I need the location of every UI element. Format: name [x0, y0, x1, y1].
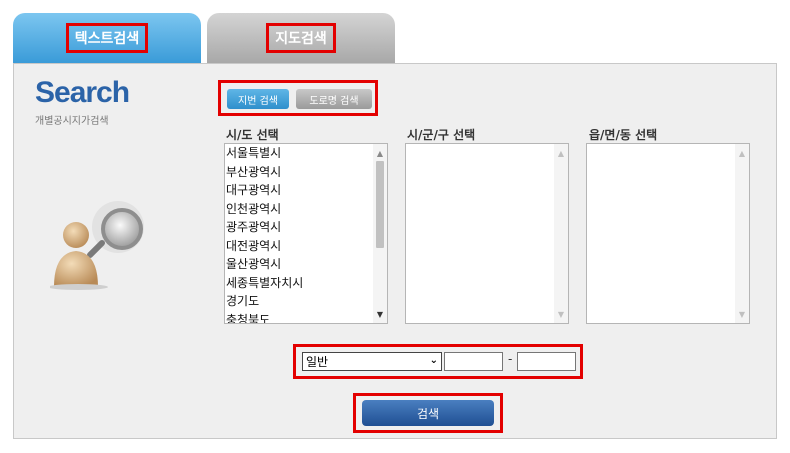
list-item[interactable]: 대전광역시	[225, 237, 373, 256]
person-magnifier-icon	[50, 201, 144, 290]
city-label: 시/군/구 선택	[407, 128, 476, 142]
list-item[interactable]: 경기도	[225, 292, 373, 311]
tab-text-search-wrap: 텍스트검색	[13, 13, 201, 63]
list-item[interactable]: 대구광역시	[225, 181, 373, 200]
search-type-group: 지번 검색 도로명 검색	[218, 80, 378, 116]
road-name-search-button[interactable]: 도로명 검색	[296, 89, 372, 109]
land-type-select[interactable]: 일반 ⌄	[302, 352, 442, 371]
list-item[interactable]: 광주광역시	[225, 218, 373, 237]
town-scrollbar[interactable]: ▲ ▼	[735, 144, 749, 323]
tab-map-search-wrap: 지도검색	[207, 13, 395, 63]
search-logo: Search	[35, 76, 130, 109]
sub-number-input[interactable]	[517, 352, 576, 371]
scroll-down-icon[interactable]: ▼	[735, 307, 749, 321]
list-item[interactable]: 세종특별자치시	[225, 274, 373, 293]
list-item[interactable]: 부산광역시	[225, 163, 373, 182]
land-type-value: 일반	[306, 355, 329, 369]
tab-text-search-label: 텍스트검색	[65, 23, 149, 53]
lot-number-filter: 일반 ⌄ -	[293, 344, 583, 379]
scroll-up-icon[interactable]: ▲	[373, 146, 387, 160]
list-item[interactable]: 인천광역시	[225, 200, 373, 219]
town-label: 읍/면/동 선택	[589, 128, 658, 142]
list-item[interactable]: 울산광역시	[225, 255, 373, 274]
tab-map-search-label: 지도검색	[266, 23, 336, 53]
scroll-up-icon[interactable]: ▲	[554, 146, 568, 160]
province-label: 시/도 선택	[226, 128, 279, 142]
scroll-down-icon[interactable]: ▼	[373, 307, 387, 321]
scroll-up-icon[interactable]: ▲	[735, 146, 749, 160]
scroll-thumb[interactable]	[376, 161, 384, 248]
city-listbox[interactable]: ▲ ▼	[405, 143, 569, 324]
search-button-wrap: 검색	[353, 393, 503, 433]
scroll-down-icon[interactable]: ▼	[554, 307, 568, 321]
town-listbox[interactable]: ▲ ▼	[586, 143, 750, 324]
search-button[interactable]: 검색	[362, 400, 494, 426]
chevron-down-icon: ⌄	[429, 355, 438, 366]
list-item[interactable]: 충청북도	[225, 311, 373, 324]
main-number-input[interactable]	[444, 352, 503, 371]
lot-number-search-button[interactable]: 지번 검색	[227, 89, 289, 109]
list-item[interactable]: 서울특별시	[225, 144, 373, 163]
province-scrollbar[interactable]: ▲ ▼	[373, 144, 387, 323]
city-scrollbar[interactable]: ▲ ▼	[554, 144, 568, 323]
province-listbox[interactable]: 서울특별시 부산광역시 대구광역시 인천광역시 광주광역시 대전광역시 울산광역…	[224, 143, 388, 324]
search-subtitle: 개별공시지가검색	[35, 116, 109, 127]
number-separator: -	[508, 352, 513, 366]
